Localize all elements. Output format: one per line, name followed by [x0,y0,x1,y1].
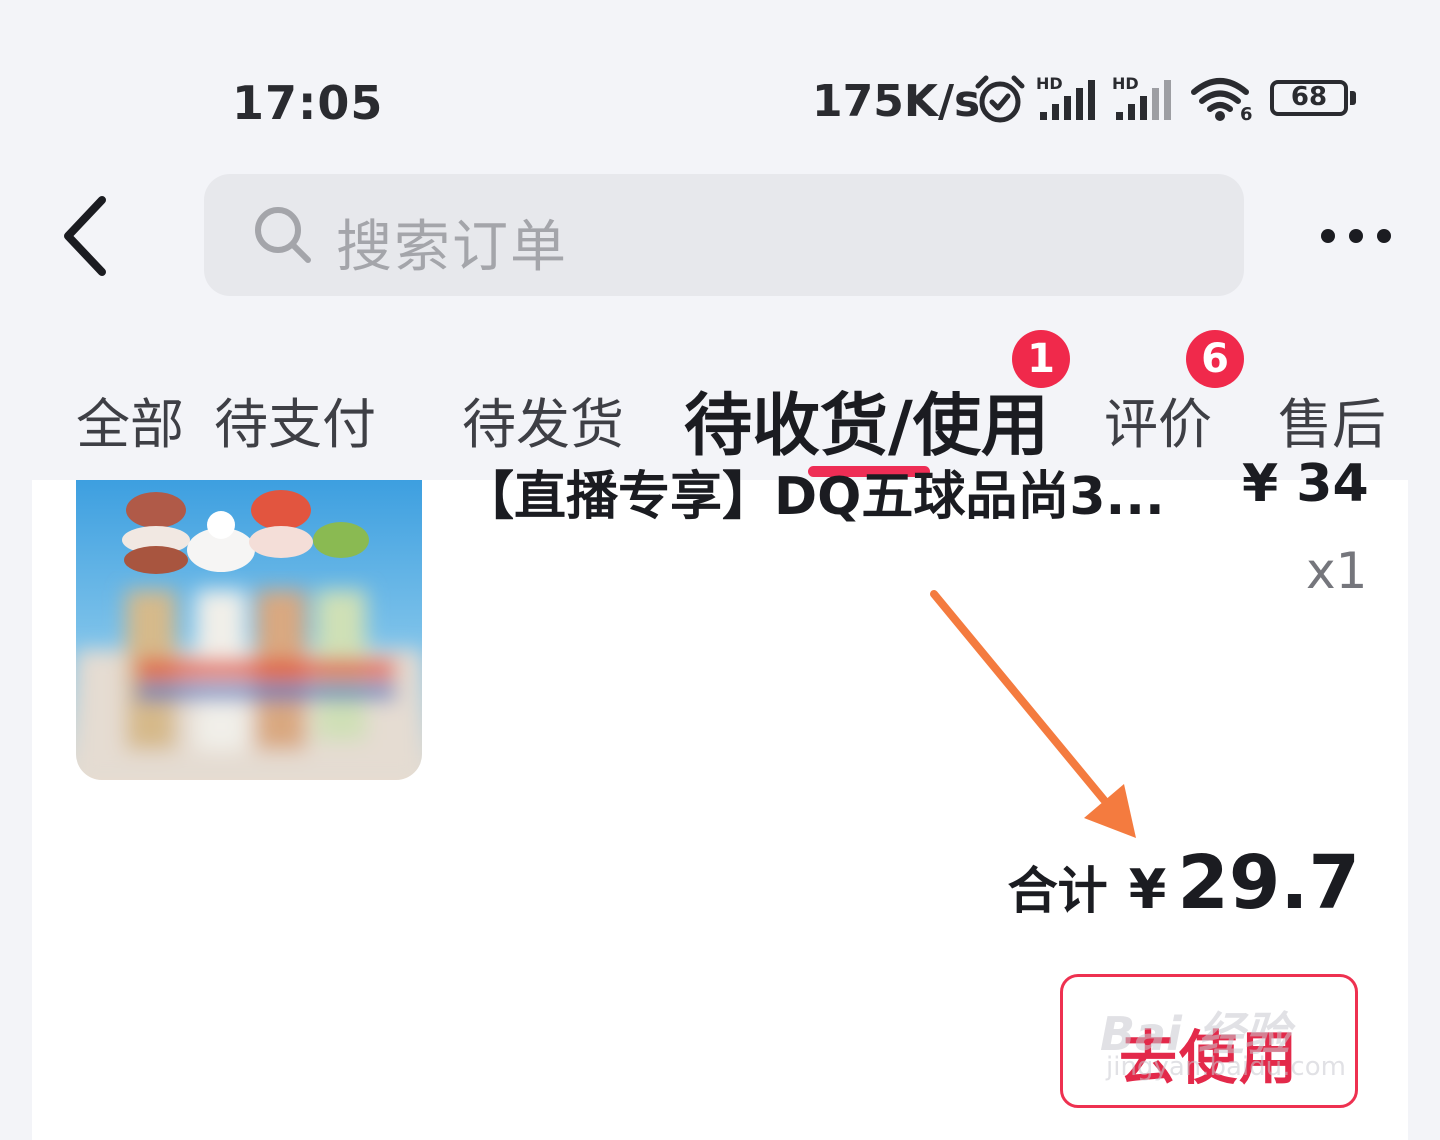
watermark-url: jingyan.baidu.com [1106,1052,1346,1082]
tab-review[interactable]: 评价 [1104,380,1212,459]
tab-badge: 6 [1186,330,1244,388]
total-currency: ¥ [1128,858,1167,921]
tab-after-sales[interactable]: 售后 [1278,380,1386,459]
chevron-left-icon [64,196,106,276]
search-icon [255,207,311,263]
baidu-watermark: Bai 经验 jingyan.baidu.com [1100,968,1370,1088]
network-speed: 175K/s [812,76,981,127]
tab-all[interactable]: 全部 [76,380,184,459]
wifi-icon: 6 [1190,76,1254,126]
status-time: 17:05 [232,76,384,130]
product-title[interactable]: 【直播专享】DQ五球品尚3... [462,454,1165,529]
total-value: 29.7 [1177,840,1360,926]
wifi-label: 6 [1240,104,1253,125]
product-image[interactable] [76,480,422,780]
tab-pending-payment[interactable]: 待支付 [214,380,376,459]
signal-icon: HD [1036,74,1102,124]
order-total: 合计 ¥ 29.7 [1008,840,1360,926]
tab-badge: 1 [1012,330,1070,388]
more-icon [1321,229,1391,243]
search-input[interactable]: 搜索订单 [336,202,568,283]
product-price: ¥ 34 [1242,454,1369,514]
product-quantity: x1 [1306,542,1368,600]
tab-pending-shipment[interactable]: 待发货 [462,380,624,459]
alarm-icon [975,75,1025,123]
more-button[interactable] [1300,206,1410,266]
back-button[interactable] [50,188,130,288]
search-box[interactable]: 搜索订单 [204,174,1244,296]
signal-icon: HD [1112,74,1178,124]
status-bar: 17:05 175K/s HD HD 6 68 [0,60,1440,140]
battery-icon: 68 [1270,80,1360,120]
total-label: 合计 [1007,862,1108,920]
battery-level: 68 [1290,82,1328,112]
